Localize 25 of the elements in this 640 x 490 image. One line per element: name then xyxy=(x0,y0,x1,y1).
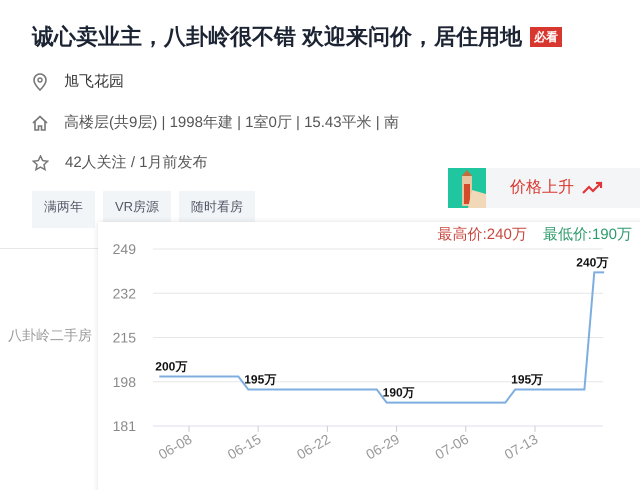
y-tick-label: 181 xyxy=(112,418,136,434)
y-tick-label: 232 xyxy=(112,284,136,301)
community-name: 旭飞花园 xyxy=(64,72,124,92)
star-icon xyxy=(32,155,49,172)
tag: 满两年 xyxy=(32,190,95,228)
value-label: 200万 xyxy=(155,359,188,374)
x-tick-label: 06-29 xyxy=(363,430,402,462)
trend-label: 价格上升 xyxy=(510,178,574,198)
y-tick-label: 198 xyxy=(112,373,136,390)
y-tick-label: 249 xyxy=(112,240,136,256)
max-price: 最高价:240万 xyxy=(438,225,527,245)
y-tick-label: 215 xyxy=(112,329,136,345)
value-label: 240万 xyxy=(576,254,608,269)
house-icon xyxy=(32,114,48,131)
min-price: 最低价:190万 xyxy=(542,225,632,245)
house-info: 高楼层(共9层) | 1998年建 | 1室0厅 | 15.43平米 | 南 xyxy=(64,112,399,132)
value-label: 190万 xyxy=(382,385,415,400)
follow-info: 42人关注 / 1月前发布 xyxy=(65,153,208,173)
location-pin-icon xyxy=(32,73,48,92)
trend-up-icon xyxy=(582,181,604,195)
listing-title: 诚心卖业主，八卦岭很不错 欢迎来问价，居住用地 xyxy=(32,23,522,51)
badge: 必看 xyxy=(530,26,562,46)
value-label: 195万 xyxy=(511,372,544,386)
side-link[interactable]: 八卦岭二手房 xyxy=(8,327,92,343)
value-label: 195万 xyxy=(244,372,276,386)
